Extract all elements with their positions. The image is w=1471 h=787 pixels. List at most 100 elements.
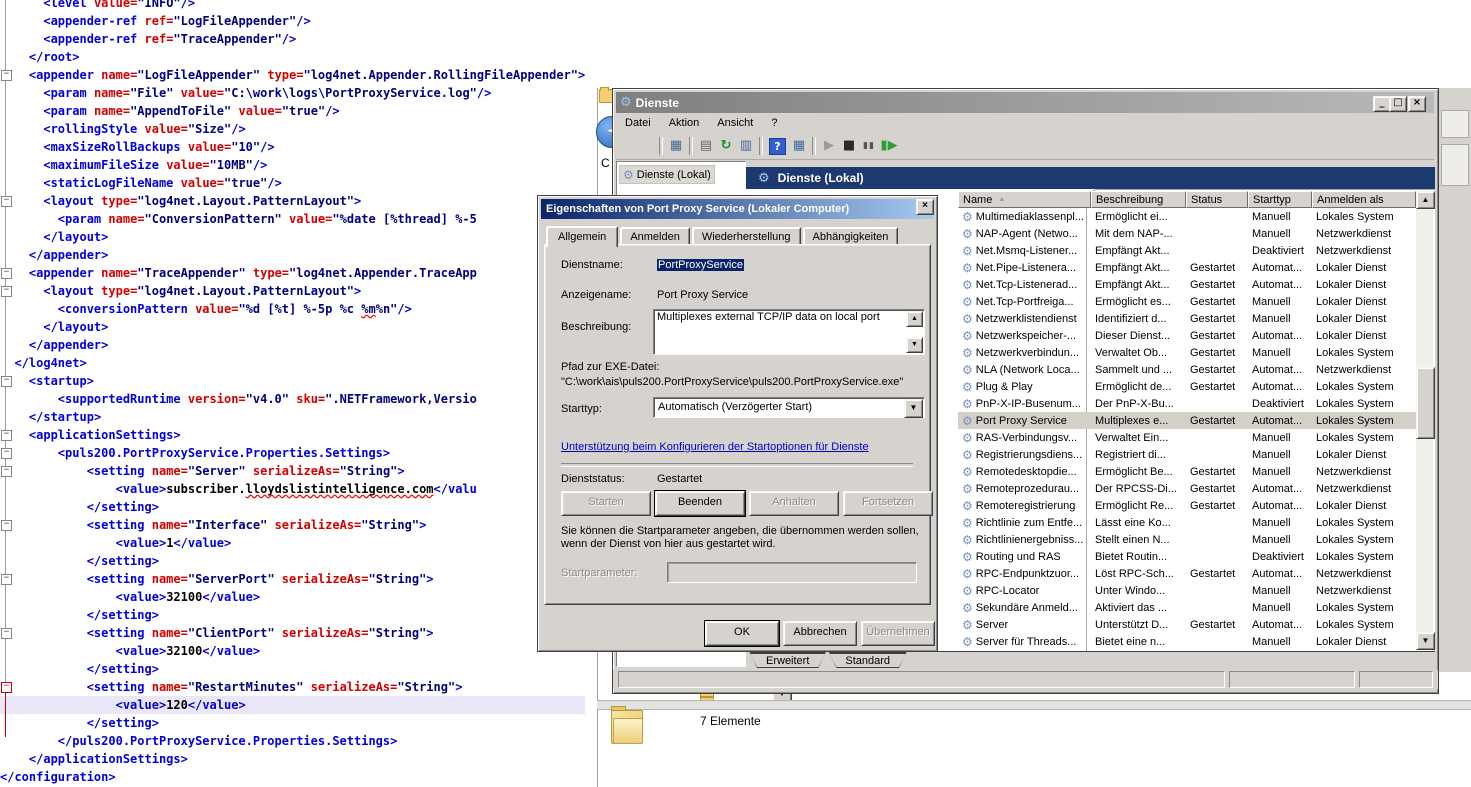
- view-tabs: ErweitertStandard: [749, 651, 907, 668]
- code-area[interactable]: <level value="INFO"/> <appender-ref ref=…: [0, 0, 585, 786]
- scroll-up-button[interactable]: ▲: [1416, 191, 1435, 209]
- service-name: Net.Tcp-Listenerad...: [976, 279, 1078, 291]
- startparameter-hint: Sie können die Startparameter angeben, d…: [561, 525, 923, 551]
- dialog-tab-abhängigkeiten[interactable]: Abhängigkeiten: [803, 227, 899, 245]
- tree-item-dienste-lokal[interactable]: ⚙ Dienste (Lokal): [619, 165, 715, 184]
- service-row[interactable]: ⚙Multimediaklassenpl...Ermöglicht ei...M…: [958, 208, 1416, 225]
- services-scrollbar[interactable]: ▲ ▼: [1416, 191, 1433, 650]
- service-row[interactable]: ⚙RPC-LocatorUnter Windo...ManuellNetzwer…: [958, 582, 1416, 599]
- column-header-label: Name: [963, 194, 992, 206]
- service-row[interactable]: ⚙Netzwerkverbindun...Verwaltet Ob...Gest…: [958, 344, 1416, 361]
- service-row[interactable]: ⚙Plug & PlayErmöglicht de...GestartetAut…: [958, 378, 1416, 395]
- combobox-dropdown-button[interactable]: ▼: [904, 399, 923, 418]
- toolbar-help-icon[interactable]: ?: [769, 138, 786, 155]
- fold-collapse-icon[interactable]: −: [1, 430, 12, 441]
- fold-collapse-icon[interactable]: −: [1, 70, 12, 81]
- toolbar-refresh-icon[interactable]: ↻: [716, 137, 736, 155]
- service-row[interactable]: ⚙ServerUnterstützt D...GestartetAutomat.…: [958, 616, 1416, 633]
- menu-item-datei[interactable]: Datei: [616, 115, 660, 131]
- services-titlebar[interactable]: ⚙ Dienste _ □ ×: [616, 92, 1434, 113]
- service-row[interactable]: ⚙RemoteregistrierungErmöglicht Re...Gest…: [958, 497, 1416, 514]
- service-row[interactable]: ⚙Net.Tcp-Portfreiga...Ermöglicht es...Ge…: [958, 293, 1416, 310]
- service-gear-icon: ⚙: [962, 346, 973, 360]
- menu-item-[interactable]: ?: [762, 115, 786, 131]
- beenden-button[interactable]: Beenden: [655, 491, 745, 516]
- ok-button[interactable]: OK: [705, 621, 779, 646]
- service-row[interactable]: ⚙Remotedesktopdie...Ermöglicht Be...Gest…: [958, 463, 1416, 480]
- service-row[interactable]: ⚙PnP-X-IP-Busenum...Der PnP-X-Bu...Deakt…: [958, 395, 1416, 412]
- starten-button[interactable]: Starten: [561, 491, 651, 516]
- service-row[interactable]: ⚙Richtlinienergebniss...Stellt einen N..…: [958, 531, 1416, 548]
- service-status: Gestartet: [1186, 500, 1248, 512]
- service-row[interactable]: ⚙NAP-Agent (Netwo...Mit dem NAP-...Manue…: [958, 225, 1416, 242]
- service-row[interactable]: ⚙Net.Pipe-Listenera...Empfängt Akt...Ges…: [958, 259, 1416, 276]
- column-header-beschreibung[interactable]: Beschreibung: [1091, 191, 1186, 208]
- toolbar-pause-icon[interactable]: ▮▮: [859, 137, 879, 155]
- service-row[interactable]: ⚙NLA (Network Loca...Sammelt und ...Gest…: [958, 361, 1416, 378]
- xml-code-editor[interactable]: <level value="INFO"/> <appender-ref ref=…: [0, 0, 597, 787]
- toolbar-export-list-icon[interactable]: ▥: [736, 137, 756, 155]
- fold-collapse-icon[interactable]: −: [1, 268, 12, 279]
- dialog-close-button[interactable]: ×: [916, 199, 934, 215]
- toolbar-console-tree-icon[interactable]: ▦: [666, 137, 686, 155]
- service-row[interactable]: ⚙Net.Tcp-Listenerad...Empfängt Akt...Ges…: [958, 276, 1416, 293]
- scroll-down-icon[interactable]: ▼: [906, 337, 923, 353]
- scrollbar-thumb[interactable]: [1416, 367, 1435, 439]
- fold-collapse-icon[interactable]: −: [1, 628, 12, 639]
- column-header-status[interactable]: Status: [1186, 191, 1248, 208]
- startoptions-help-link[interactable]: Unterstützung beim Konfigurieren der Sta…: [561, 441, 869, 453]
- service-row[interactable]: ⚙RPC-Endpunktzuor...Löst RPC-Sch...Gesta…: [958, 565, 1416, 582]
- scroll-down-button[interactable]: ▼: [1416, 632, 1435, 650]
- fold-collapse-icon[interactable]: −: [1, 286, 12, 297]
- service-logon-as: Netzwerkdienst: [1312, 585, 1416, 597]
- toolbar-back-icon[interactable]: [616, 137, 636, 155]
- service-row[interactable]: ⚙Registrierungsdiens...Registriert di...…: [958, 446, 1416, 463]
- beschreibung-textbox[interactable]: Multiplexes external TCP/IP data on loca…: [653, 309, 925, 355]
- fold-collapse-icon[interactable]: −: [1, 520, 12, 531]
- dialog-titlebar[interactable]: Eigenschaften von Port Proxy Service (Lo…: [541, 199, 933, 219]
- toolbar-forward-icon[interactable]: [636, 137, 656, 155]
- fold-collapse-icon-changed[interactable]: −: [1, 682, 12, 693]
- menu-item-aktion[interactable]: Aktion: [660, 115, 709, 131]
- uebernehmen-button[interactable]: Übernehmen: [861, 621, 935, 646]
- starttyp-combobox[interactable]: Automatisch (Verzögerter Start) ▼: [653, 397, 925, 418]
- dialog-tab-anmelden[interactable]: Anmelden: [620, 227, 690, 245]
- fold-collapse-icon[interactable]: −: [1, 466, 12, 477]
- fold-collapse-icon[interactable]: −: [1, 448, 12, 459]
- service-row[interactable]: ⚙RAS-Verbindungsv...Verwaltet Ein...Manu…: [958, 429, 1416, 446]
- view-tab-standard[interactable]: Standard: [828, 651, 907, 668]
- toolbar-stop-icon[interactable]: ■: [839, 137, 859, 155]
- service-row[interactable]: ⚙Netzwerkspeicher-...Dieser Dienst...Ges…: [958, 327, 1416, 344]
- fortsetzen-button[interactable]: Fortsetzen: [843, 491, 933, 516]
- toolbar-standard-view-icon[interactable]: ▦: [789, 137, 809, 155]
- column-header-starttyp[interactable]: Starttyp: [1248, 191, 1312, 208]
- menu-item-ansicht[interactable]: Ansicht: [708, 115, 762, 131]
- toolbar-properties-icon[interactable]: ▤: [696, 137, 716, 155]
- startparameter-input[interactable]: [667, 562, 917, 583]
- dialog-tab-wiederherstellung[interactable]: Wiederherstellung: [692, 227, 801, 245]
- close-button[interactable]: ×: [1408, 96, 1426, 112]
- toolbar-play-icon[interactable]: ▶: [819, 137, 839, 155]
- service-row[interactable]: ⚙Remoteprozedurau...Der RPCSS-Di...Gesta…: [958, 480, 1416, 497]
- column-header-name[interactable]: Name▲: [958, 191, 1091, 208]
- fold-collapse-icon[interactable]: −: [1, 376, 12, 387]
- toolbar-restart-icon[interactable]: ▮▶: [879, 137, 899, 155]
- anhalten-button[interactable]: Anhalten: [749, 491, 839, 516]
- abbrechen-button[interactable]: Abbrechen: [783, 621, 857, 646]
- maximize-button[interactable]: □: [1389, 96, 1407, 112]
- service-row[interactable]: ⚙Port Proxy ServiceMultiplexes e...Gesta…: [958, 412, 1416, 429]
- fold-collapse-icon[interactable]: −: [1, 574, 12, 585]
- column-header-anmelden-als[interactable]: Anmelden als: [1312, 191, 1416, 208]
- anzeigename-label: Anzeigename:: [561, 289, 631, 301]
- service-row[interactable]: ⚙Sekundäre Anmeld...Aktiviert das ...Man…: [958, 599, 1416, 616]
- view-tab-erweitert[interactable]: Erweitert: [749, 651, 826, 668]
- service-description: Ermöglicht Be...: [1091, 466, 1186, 478]
- service-row[interactable]: ⚙Server für Threads...Bietet eine n...Ma…: [958, 633, 1416, 650]
- service-row[interactable]: ⚙NetzwerklistendienstIdentifiziert d...G…: [958, 310, 1416, 327]
- fold-collapse-icon[interactable]: −: [1, 196, 12, 207]
- service-row[interactable]: ⚙Routing und RASBietet Routin...Deaktivi…: [958, 548, 1416, 565]
- scroll-up-icon[interactable]: ▲: [906, 311, 923, 327]
- service-row[interactable]: ⚙Net.Msmq-Listener...Empfängt Akt...Deak…: [958, 242, 1416, 259]
- service-row[interactable]: ⚙Richtlinie zum Entfe...Lässt eine Ko...…: [958, 514, 1416, 531]
- dialog-tab-allgemein[interactable]: Allgemein: [546, 226, 618, 247]
